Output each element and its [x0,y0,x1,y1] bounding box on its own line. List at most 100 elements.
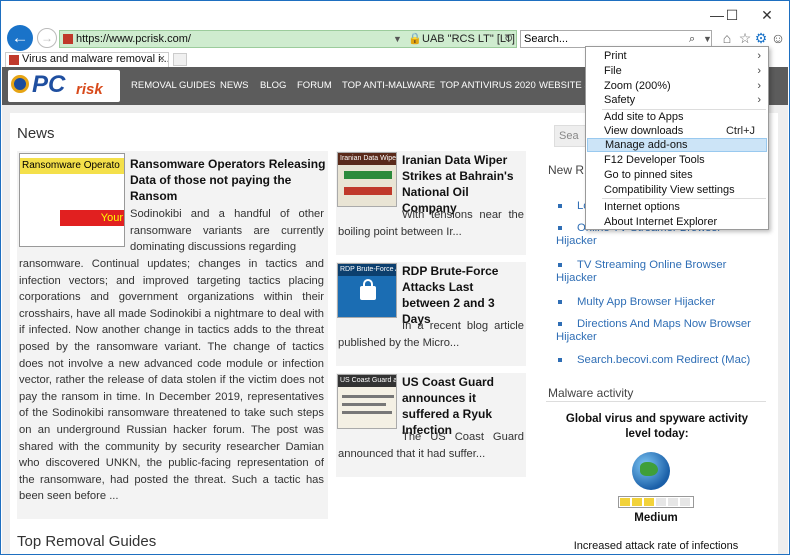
title-bar: — ☐ ✕ ← → https://www.pcrisk.com/ ▼ 🔒 UA… [1,1,789,51]
menu-item-manage-add-ons[interactable]: Manage add-ons [587,138,767,152]
removal-link[interactable]: Directions And Maps Now Browser Hijacker [556,318,756,344]
nav-forum[interactable]: FORUM [297,80,332,91]
side-article-text: In a recent blog article published by th… [338,320,524,349]
logo-pc-text: PC [32,71,66,98]
side-article-thumbnail[interactable]: RDP Brute-Force Att [337,263,397,318]
close-button[interactable]: ✕ [753,5,781,25]
address-bar[interactable]: https://www.pcrisk.com/ ▼ 🔒 UAB "RCS LT"… [59,30,517,48]
new-tab-button[interactable] [173,53,187,66]
home-icon[interactable]: ⌂ [719,30,735,46]
menu-item-f12-developer-tools[interactable]: F12 Developer Tools [587,153,767,167]
menu-item-about-ie[interactable]: About Internet Explorer [587,215,767,229]
removal-link[interactable]: Search.becovi.com Redirect (Mac) [556,354,756,367]
tools-menu: Print › File › Zoom (200%) › Safety › Add si… [585,46,769,230]
menu-item-label: Internet options [604,201,680,213]
nav-website-scanner[interactable]: WEBSITE S [539,80,591,91]
menu-item-label: File [604,65,622,77]
menu-item-zoom[interactable]: Zoom (200%) › [587,79,767,93]
search-placeholder: Search... [524,33,569,45]
site-logo[interactable]: PC risk [8,70,120,102]
side-article: Iranian Data Wiper S Iranian Data Wiper … [336,151,526,255]
tab-active[interactable]: Virus and malware removal i... × [5,52,169,67]
activity-level-meter [618,496,694,508]
tab-title: Virus and malware removal i... [22,53,169,65]
meter-segment [632,498,642,506]
submenu-arrow-icon: › [757,80,761,92]
list-bullet [558,204,562,208]
thumb-text-line [342,403,386,406]
thumbnail-banner: Your [60,210,124,226]
meter-segment [680,498,690,506]
address-url: https://www.pcrisk.com/ [76,33,191,45]
removal-link[interactable]: TV Streaming Online Browser Hijacker [556,259,756,285]
side-article: RDP Brute-Force Att RDP Brute-Force Atta… [336,262,526,366]
malware-activity-heading: Malware activity [548,386,634,400]
menu-separator [602,198,766,199]
side-article: US Coast Guard anno US Coast Guard annou… [336,373,526,477]
side-article-text: With tensions near the boiling point bet… [338,209,524,238]
menu-item-go-to-pinned-sites[interactable]: Go to pinned sites [587,168,767,182]
side-article-thumbnail[interactable]: US Coast Guard anno [337,374,397,429]
main-article-thumbnail[interactable]: Ransomware Operato Your [19,153,125,247]
menu-item-label: Safety [604,94,636,106]
lock-icon[interactable]: 🔒 [408,31,422,47]
meter-segment [644,498,654,506]
menu-item-label: About Internet Explorer [604,216,718,228]
main-article-lead: Sodinokibi and a handful of other ransom… [130,208,324,254]
menu-item-label: Manage add-ons [605,139,688,151]
site-favicon-icon [63,34,73,44]
gear-icon[interactable]: ⚙ [753,30,769,46]
side-article-thumbnail[interactable]: Iranian Data Wiper S [337,152,397,207]
menu-shortcut: Ctrl+J [725,125,755,137]
address-dropdown-icon[interactable]: ▼ [393,31,402,47]
forward-button[interactable]: → [37,28,57,48]
nav-removal-guides[interactable]: REMOVAL GUIDES [131,80,215,91]
favorites-star-icon[interactable]: ☆ [737,30,753,46]
menu-item-label: Add site to Apps [604,111,684,123]
menu-item-print[interactable]: Print › [587,49,767,63]
nav-news[interactable]: NEWS [220,80,249,91]
smiley-feedback-icon[interactable]: ☺ [770,30,786,46]
flag-stripe [344,171,392,179]
main-article-title[interactable]: Ransomware Operators Releasing Data of t… [130,156,326,204]
menu-item-view-downloads[interactable]: View downloads Ctrl+J [587,124,767,138]
submenu-arrow-icon: › [757,94,761,106]
menu-item-compatibility-view[interactable]: Compatibility View settings [587,183,767,197]
menu-item-label: F12 Developer Tools [604,154,705,166]
menu-item-file[interactable]: File › [587,64,767,78]
removal-link[interactable]: Multy App Browser Hijacker [556,296,756,309]
thumb-caption: Iranian Data Wiper S [338,153,396,165]
tab-close-icon[interactable]: × [159,53,165,66]
malware-activity-box: Global virus and spyware activity level … [546,401,766,554]
refresh-icon[interactable]: ↻ [504,31,513,47]
maximize-button[interactable]: ☐ [718,5,746,25]
search-icon[interactable]: ⌕ [689,31,695,47]
menu-item-label: Zoom (200%) [604,80,671,92]
menu-item-internet-options[interactable]: Internet options [587,200,767,214]
tab-favicon-icon [9,55,19,65]
menu-item-add-site-to-apps[interactable]: Add site to Apps [587,110,767,124]
globe-icon [632,452,670,490]
activity-note: Increased attack rate of infections [573,540,739,552]
news-heading: News [17,125,55,142]
thumbnail-caption: Ransomware Operato [20,158,124,174]
search-dropdown-icon[interactable]: ▼ [703,31,712,47]
nav-blog[interactable]: BLOG [260,80,286,91]
back-button[interactable]: ← [7,25,33,51]
nav-top-antivirus[interactable]: TOP ANTIVIRUS 2020 [440,80,536,91]
new-removals-heading: New R [548,163,585,177]
side-article-text: The US Coast Guard announced that it had… [338,431,524,460]
thumb-caption: US Coast Guard anno [338,375,396,387]
padlock-shackle [363,279,373,289]
main-article-body: ransomware. Continual updates; changes i… [19,258,324,503]
browser-window: — ☐ ✕ ← → https://www.pcrisk.com/ ▼ 🔒 UA… [0,0,790,555]
logo-risk-text: risk [76,81,103,98]
submenu-arrow-icon: › [757,65,761,77]
menu-item-safety[interactable]: Safety › [587,93,767,107]
nav-top-anti-malware[interactable]: TOP ANTI-MALWARE [342,80,435,91]
main-article: Ransomware Operato Your Ransomware Opera… [17,151,328,519]
certificate-label[interactable]: UAB "RCS LT" [LT] [422,31,515,47]
sidebar-search-input[interactable]: Sea [554,125,586,147]
menu-item-label: Go to pinned sites [604,169,693,181]
global-activity-heading: Global virus and spyware activity level … [565,413,749,440]
